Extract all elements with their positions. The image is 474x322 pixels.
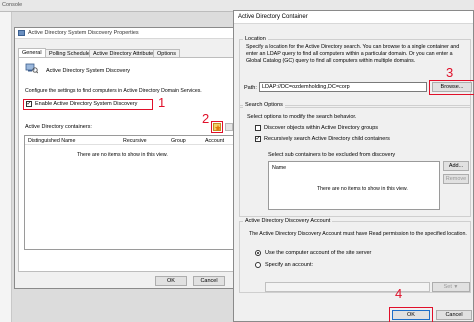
- annotation-4: 4: [395, 286, 403, 301]
- app-icon: [18, 30, 25, 36]
- column-group[interactable]: Group: [171, 138, 186, 144]
- path-field[interactable]: LDAP://DC=ozdemholding,DC=corp: [259, 82, 427, 92]
- annotation-1: 1: [158, 95, 166, 110]
- location-group-label: Location: [243, 36, 268, 42]
- subcontainers-label: Select sub containers to be excluded fro…: [268, 152, 396, 158]
- remove-label: Remove: [445, 176, 467, 182]
- annotation-2: 2: [202, 111, 210, 126]
- tab-label: General: [22, 50, 42, 56]
- computer-account-radio[interactable]: [255, 250, 261, 256]
- ad-container-dialog: Active Directory Container Location Spec…: [233, 10, 474, 322]
- account-group-label: Active Directory Discovery Account: [243, 218, 333, 224]
- background-panel: [0, 12, 12, 322]
- star-icon: [214, 124, 222, 131]
- ok-button[interactable]: OK: [155, 276, 187, 286]
- tab-panel: Active Directory System Discovery Config…: [18, 57, 236, 272]
- account-field[interactable]: [265, 282, 430, 292]
- cancel-label: Cancel: [445, 312, 463, 318]
- cancel-button[interactable]: Cancel: [436, 310, 472, 320]
- tab-label: Options: [157, 50, 176, 57]
- containers-list[interactable]: Distinguished Name Recursive Group Accou…: [24, 135, 234, 250]
- discovery-properties-dialog: Active Directory System Discovery Proper…: [14, 27, 239, 289]
- path-label: Path:: [244, 85, 257, 91]
- set-label: Set: [443, 284, 452, 290]
- add-label: Add...: [448, 163, 464, 169]
- specify-account-label: Specify an account:: [265, 262, 314, 268]
- cancel-label: Cancel: [200, 278, 218, 284]
- search-options-label: Search Options: [243, 102, 285, 108]
- containers-label: Active Directory containers:: [25, 124, 92, 130]
- edit-container-button[interactable]: [225, 123, 233, 131]
- enable-discovery-label: Enable Active Directory System Discovery: [35, 101, 138, 107]
- discovery-icon: [25, 63, 39, 74]
- annotation-3: 3: [446, 65, 454, 80]
- title-bar: Active Directory Container: [234, 11, 473, 24]
- tab-label: Active Directory Attributes: [93, 50, 156, 57]
- new-container-button[interactable]: [213, 123, 222, 131]
- section-heading: Active Directory System Discovery: [46, 68, 131, 74]
- set-button[interactable]: Set ▼: [432, 282, 470, 292]
- tab-ad-attributes[interactable]: Active Directory Attributes: [89, 49, 160, 57]
- empty-list-text: There are no items to show in this view.: [77, 152, 168, 158]
- ok-button[interactable]: OK: [392, 310, 430, 320]
- add-button[interactable]: Add...: [443, 161, 469, 171]
- enable-discovery-checkbox[interactable]: ✓: [26, 101, 32, 107]
- tab-general[interactable]: General: [18, 48, 46, 57]
- ok-label: OK: [407, 312, 415, 318]
- background-title: Console: [2, 2, 23, 8]
- recursive-search-label: Recursively search Active Directory chil…: [264, 136, 390, 142]
- tab-polling-schedule[interactable]: Polling Schedule: [45, 49, 94, 57]
- subcontainers-list[interactable]: Name There are no items to show in this …: [268, 161, 440, 210]
- browse-button[interactable]: Browse...: [432, 82, 472, 92]
- cancel-button[interactable]: Cancel: [193, 276, 225, 286]
- column-account[interactable]: Account: [205, 138, 224, 144]
- browse-label: Browse...: [440, 84, 464, 90]
- search-description: Select options to modify the search beha…: [247, 114, 357, 120]
- ok-label: OK: [167, 278, 175, 284]
- empty-list-text: There are no items to show in this view.: [317, 186, 408, 192]
- location-description: Specify a location for the Active Direct…: [246, 44, 460, 64]
- computer-account-label: Use the computer account of the site ser…: [265, 250, 372, 256]
- dialog-title: Active Directory System Discovery Proper…: [28, 30, 139, 36]
- column-distinguished-name[interactable]: Distinguished Name: [28, 138, 75, 144]
- tab-label: Polling Schedule: [49, 50, 90, 57]
- title-bar: Active Directory System Discovery Proper…: [15, 28, 238, 39]
- remove-button[interactable]: Remove: [443, 174, 469, 184]
- column-recursive[interactable]: Recursive: [123, 138, 147, 144]
- discover-groups-checkbox[interactable]: [255, 125, 261, 131]
- section-description: Configure the settings to find computers…: [25, 88, 202, 94]
- specify-account-radio[interactable]: [255, 262, 261, 268]
- dialog-title: Active Directory Container: [238, 14, 308, 20]
- account-description: The Active Directory Discovery Account m…: [249, 231, 467, 237]
- chevron-down-icon: ▼: [453, 284, 459, 290]
- recursive-search-checkbox[interactable]: ✓: [255, 136, 261, 142]
- discover-groups-label: Discover objects within Active Directory…: [264, 125, 379, 131]
- tab-options[interactable]: Options: [153, 49, 180, 57]
- list-header: Distinguished Name Recursive Group Accou…: [25, 136, 233, 145]
- column-name[interactable]: Name: [272, 165, 286, 171]
